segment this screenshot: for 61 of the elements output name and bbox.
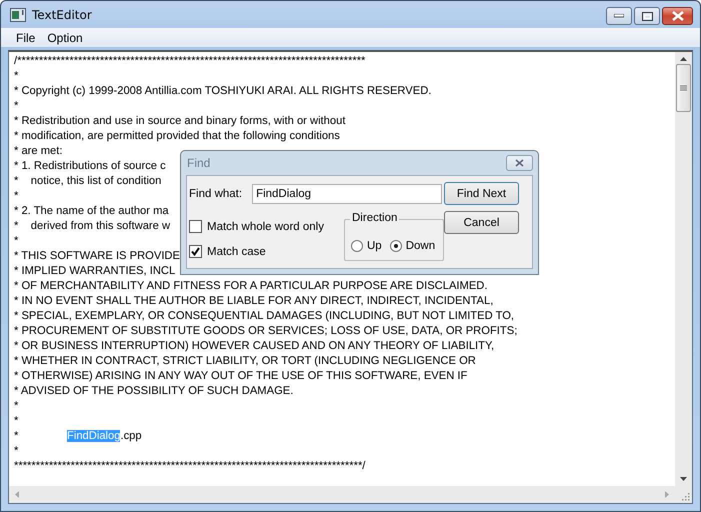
dialog-title: Find xyxy=(187,156,210,170)
code-line: * Copyright (c) 1999-2008 Antillia.com TOSHIYUKI ARAI. ALL RIGHTS RESERVED. xyxy=(14,84,432,99)
scroll-thumb[interactable] xyxy=(676,64,691,112)
code-line: * PROCUREMENT OF SUBSTITUTE GOODS OR SERVICES; LOSS OF USE, DATA, OR PROFITS; xyxy=(14,324,518,339)
vertical-scrollbar[interactable] xyxy=(675,52,692,486)
radio-label[interactable]: Down xyxy=(406,240,436,252)
code-line: * IN NO EVENT SHALL THE AUTHOR BE LIABLE FOR ANY DIRECT, INDIRECT, INCIDENTAL, xyxy=(14,294,494,309)
code-line: * xyxy=(14,189,18,204)
minimize-icon xyxy=(614,14,624,18)
close-icon xyxy=(672,11,684,21)
code-line: ********************************************************************************/ xyxy=(14,459,366,474)
scroll-down-icon[interactable] xyxy=(680,477,687,481)
code-line: * xyxy=(14,234,18,249)
find-what-label: Find what: xyxy=(189,188,242,200)
checkbox[interactable] xyxy=(189,245,202,258)
menu-item[interactable]: File xyxy=(10,30,42,44)
code-text: .cpp xyxy=(120,430,142,442)
code-line: * WHETHER IN CONTRACT, STRICT LIABILITY, OR TORT (INCLUDING NEGLIGENCE OR xyxy=(14,354,476,369)
radio-button[interactable] xyxy=(390,240,402,252)
code-line: * xyxy=(14,99,18,114)
code-line: * IMPLIED WARRANTIES, INCL xyxy=(14,264,176,279)
checkbox[interactable] xyxy=(189,220,202,233)
close-icon xyxy=(515,159,524,167)
dialog-close-button[interactable] xyxy=(506,155,533,171)
code-line: * modification, are permitted provided that the following conditions xyxy=(14,129,340,144)
window-title: TextEditor xyxy=(32,8,92,22)
radio-label[interactable]: Up xyxy=(367,240,382,252)
code-line: * OTHERWISE) ARISING IN ANY WAY OUT OF THE USE OF THIS SOFTWARE, EVEN IF xyxy=(14,369,468,384)
scroll-up-icon[interactable] xyxy=(680,57,687,61)
code-line: * notice, this list of condition xyxy=(14,174,162,189)
selected-text: FindDialog xyxy=(67,430,120,442)
minimize-button[interactable] xyxy=(606,7,632,25)
maximize-button[interactable] xyxy=(634,7,660,25)
find-what-field[interactable]: FindDialog xyxy=(252,184,442,204)
code-line: /******************************************************************************** xyxy=(14,54,366,69)
app-icon xyxy=(10,8,26,22)
close-button[interactable] xyxy=(662,7,693,25)
radio-button[interactable] xyxy=(351,240,363,252)
code-line: * ADVISED OF THE POSSIBILITY OF SUCH DAMAGE. xyxy=(14,384,294,399)
code-line: * xyxy=(14,414,18,429)
checkbox-label[interactable]: Match case xyxy=(207,246,266,258)
checkbox-label[interactable]: Match whole word only xyxy=(207,220,324,232)
code-line: * OF MERCHANTABILITY AND FITNESS FOR A PARTICULAR PURPOSE ARE DISCLAIMED. xyxy=(14,279,488,294)
code-line: * xyxy=(14,444,18,459)
group-label: Direction xyxy=(350,212,400,224)
code-line: * SPECIAL, EXEMPLARY, OR CONSEQUENTIAL DAMAGES (INCLUDING, BUT NOT LIMITED TO, xyxy=(14,309,514,324)
code-text: * xyxy=(14,429,20,444)
code-line: * THIS SOFTWARE IS PROVIDE xyxy=(14,249,180,264)
code-line: * 1. Redistributions of source c xyxy=(14,159,166,174)
find-next-button[interactable]: Find Next xyxy=(444,182,519,205)
code-line: * Redistribution and use in source and binary forms, with or without xyxy=(14,114,346,129)
code-line: * are met: xyxy=(14,144,62,159)
menu-item[interactable]: Option xyxy=(41,30,89,44)
code-line: * derived from this software w xyxy=(14,219,170,234)
code-line: * OR BUSINESS INTERRUPTION) HOWEVER CAUSED AND ON ANY THEORY OF LIABILITY, xyxy=(14,339,494,354)
maximize-icon xyxy=(642,12,652,20)
code-line: * xyxy=(14,69,18,84)
code-line: * 2. The name of the author ma xyxy=(14,204,169,219)
resize-grip-icon[interactable] xyxy=(680,491,690,501)
cancel-button[interactable]: Cancel xyxy=(444,211,519,234)
code-line: * xyxy=(14,399,18,414)
